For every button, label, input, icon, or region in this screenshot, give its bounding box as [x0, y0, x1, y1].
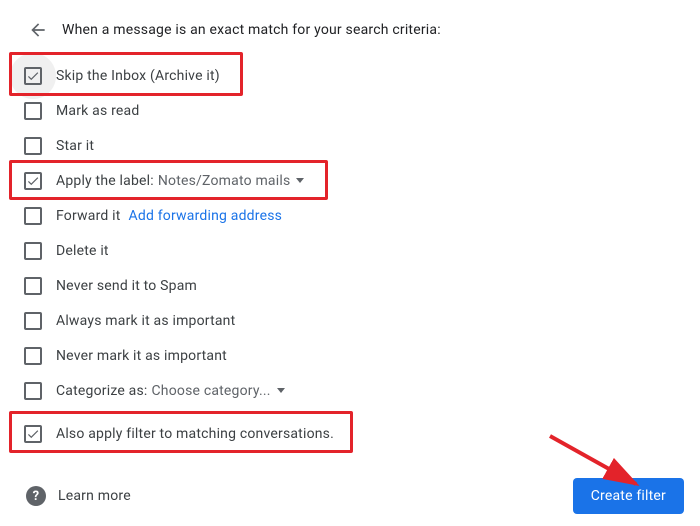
dialog-header: When a message is an exact match for you…: [0, 0, 700, 58]
skip-inbox-checkbox[interactable]: [24, 67, 42, 85]
always-important-label: Always mark it as important: [56, 313, 235, 329]
also-apply-label: Also apply filter to matching conversati…: [56, 426, 334, 442]
apply-label-selected: Notes/Zomato mails: [158, 173, 291, 189]
apply-label-dropdown[interactable]: Notes/Zomato mails: [158, 173, 305, 189]
option-never-spam[interactable]: Never send it to Spam: [24, 268, 700, 303]
categorize-checkbox[interactable]: [24, 382, 42, 400]
always-important-checkbox[interactable]: [24, 312, 42, 330]
never-spam-checkbox[interactable]: [24, 277, 42, 295]
add-forwarding-link[interactable]: Add forwarding address: [129, 208, 283, 224]
mark-read-label: Mark as read: [56, 103, 139, 119]
option-apply-label[interactable]: Apply the label: Notes/Zomato mails: [24, 163, 700, 198]
apply-label-checkbox[interactable]: [24, 172, 42, 190]
categorize-label: Categorize as:: [56, 383, 148, 399]
categorize-dropdown[interactable]: Choose category...: [152, 383, 285, 399]
forward-label: Forward it: [56, 208, 121, 224]
learn-more-link[interactable]: ? Learn more: [26, 486, 131, 506]
filter-actions-list: Skip the Inbox (Archive it) Mark as read…: [0, 58, 700, 451]
dialog-title: When a message is an exact match for you…: [62, 22, 441, 38]
learn-more-text: Learn more: [58, 488, 131, 504]
never-important-checkbox[interactable]: [24, 347, 42, 365]
option-skip-inbox[interactable]: Skip the Inbox (Archive it): [24, 58, 700, 93]
delete-checkbox[interactable]: [24, 242, 42, 260]
skip-inbox-label: Skip the Inbox (Archive it): [56, 68, 220, 84]
chevron-down-icon: [296, 178, 304, 183]
option-mark-read[interactable]: Mark as read: [24, 93, 700, 128]
star-label: Star it: [56, 138, 94, 154]
dialog-footer: ? Learn more Create filter: [0, 478, 700, 514]
never-important-label: Never mark it as important: [56, 348, 227, 364]
never-spam-label: Never send it to Spam: [56, 278, 197, 294]
option-never-important[interactable]: Never mark it as important: [24, 338, 700, 373]
star-checkbox[interactable]: [24, 137, 42, 155]
option-delete[interactable]: Delete it: [24, 233, 700, 268]
also-apply-checkbox[interactable]: [24, 425, 42, 443]
forward-checkbox[interactable]: [24, 207, 42, 225]
option-categorize[interactable]: Categorize as: Choose category...: [24, 373, 700, 408]
option-also-apply[interactable]: Also apply filter to matching conversati…: [24, 416, 700, 451]
option-star[interactable]: Star it: [24, 128, 700, 163]
mark-read-checkbox[interactable]: [24, 102, 42, 120]
categorize-selected: Choose category...: [152, 383, 271, 399]
help-icon: ?: [26, 486, 46, 506]
delete-label: Delete it: [56, 243, 109, 259]
option-forward[interactable]: Forward it Add forwarding address: [24, 198, 700, 233]
chevron-down-icon: [277, 388, 285, 393]
apply-label-text: Apply the label:: [56, 173, 154, 189]
option-always-important[interactable]: Always mark it as important: [24, 303, 700, 338]
back-arrow-icon[interactable]: [28, 20, 48, 40]
create-filter-button[interactable]: Create filter: [573, 478, 684, 514]
